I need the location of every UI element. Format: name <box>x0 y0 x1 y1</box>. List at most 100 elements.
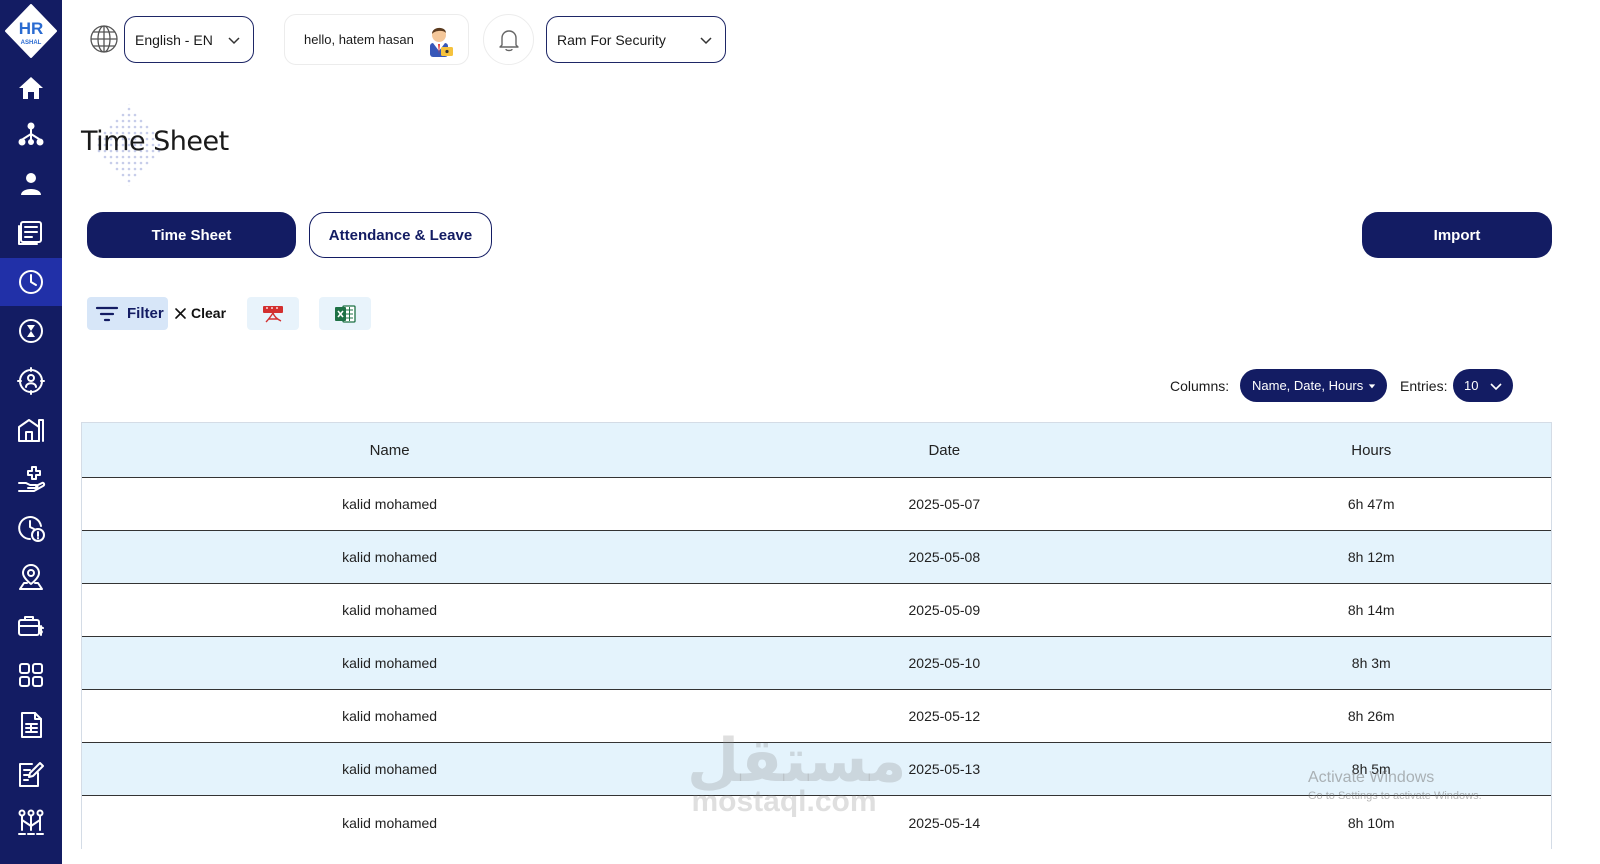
sidebar-item-payroll[interactable] <box>0 602 62 650</box>
grid-icon <box>19 663 43 687</box>
column-header-hours[interactable]: Hours <box>1191 442 1551 459</box>
column-header-name[interactable]: Name <box>82 442 697 459</box>
spreadsheet-icon <box>21 712 42 738</box>
cell-name: kalid mohamed <box>342 549 438 565</box>
decorative-dot <box>121 113 125 117</box>
table-row[interactable]: kalid mohamed 2025-05-08 8h 12m <box>82 531 1551 584</box>
cell-date: 2025-05-08 <box>908 549 981 565</box>
sidebar-item-roles[interactable] <box>0 357 62 405</box>
globe-icon[interactable] <box>89 24 119 54</box>
cell-name: kalid mohamed <box>342 761 438 777</box>
cell-date: 2025-05-10 <box>908 655 981 671</box>
export-excel-button[interactable] <box>319 297 371 330</box>
clear-filter-button[interactable]: Clear <box>174 302 226 324</box>
org-chart-icon <box>18 122 44 146</box>
tab-attendance-leave[interactable]: Attendance & Leave <box>309 212 492 258</box>
sidebar-item-medical[interactable] <box>0 455 62 503</box>
table-row[interactable]: kalid mohamed 2025-05-12 8h 26m <box>82 690 1551 743</box>
cell-date: 2025-05-14 <box>908 814 981 831</box>
columns-label: Columns: <box>1170 378 1230 394</box>
column-header-date[interactable]: Date <box>697 442 1191 459</box>
hourglass-icon <box>19 319 43 343</box>
columns-select[interactable]: Name, Date, Hours <box>1240 369 1387 402</box>
sidebar-item-locations[interactable] <box>0 553 62 601</box>
edit-document-icon <box>19 762 44 787</box>
language-select[interactable]: English - EN <box>124 16 254 63</box>
sidebar-item-forms[interactable] <box>0 701 62 749</box>
company-value: Ram For Security <box>557 31 666 48</box>
table-row[interactable]: kalid mohamed 2025-05-13 8h 5m <box>82 743 1551 796</box>
decorative-dot <box>133 161 137 165</box>
hr-logo[interactable]: HR ASHAL <box>4 4 58 58</box>
decorative-dot <box>133 167 137 171</box>
table-row[interactable]: kalid mohamed 2025-05-10 8h 3m <box>82 637 1551 690</box>
cell-name: kalid mohamed <box>342 602 438 618</box>
cell-hours: 8h 12m <box>1347 549 1395 565</box>
sidebar-item-modules[interactable] <box>0 651 62 699</box>
table-row[interactable]: kalid mohamed 2025-05-09 8h 14m <box>82 584 1551 637</box>
caret-down-icon <box>1368 383 1376 388</box>
tab-timesheet[interactable]: Time Sheet <box>87 212 296 258</box>
entries-select[interactable]: 10 <box>1453 369 1513 402</box>
user-greeting[interactable]: hello, hatem hasan <box>284 14 469 65</box>
close-icon <box>175 307 186 319</box>
cell-hours: 8h 3m <box>1351 655 1391 671</box>
logo-subtext: ASHAL <box>21 40 42 46</box>
home-icon <box>19 77 43 99</box>
decorative-dot <box>115 161 119 165</box>
decorative-dot <box>115 167 119 171</box>
timesheet-table: Name Date Hours kalid mohamed 2025-05-07… <box>81 422 1552 849</box>
sidebar-item-requests[interactable] <box>0 750 62 798</box>
cell-hours: 8h 5m <box>1351 761 1391 777</box>
sidebar-item-home[interactable] <box>0 64 62 112</box>
decorative-dot <box>121 173 125 177</box>
decorative-dot <box>139 167 143 171</box>
decorative-dot <box>127 173 131 177</box>
filter-label: Filter <box>127 305 164 322</box>
table-row[interactable]: kalid mohamed 2025-05-14 8h 10m <box>82 796 1551 849</box>
chevron-down-icon <box>228 37 240 45</box>
excel-icon <box>335 304 356 323</box>
cell-date: 2025-05-13 <box>908 761 981 777</box>
sidebar-item-workflow[interactable] <box>0 799 62 847</box>
decorative-dot <box>109 161 113 165</box>
decorative-dot <box>133 113 137 117</box>
sidebar-item-shifts[interactable] <box>0 307 62 355</box>
decorative-dot <box>145 161 149 165</box>
table-row[interactable]: kalid mohamed 2025-05-07 6h 47m <box>82 478 1551 531</box>
decorative-dot <box>133 173 137 177</box>
sidebar-item-branches[interactable] <box>0 406 62 454</box>
sidebar-item-timesheet[interactable] <box>0 258 62 306</box>
user-settings-icon <box>17 367 45 395</box>
company-select[interactable]: Ram For Security <box>546 16 726 63</box>
pdf-icon <box>263 305 283 322</box>
columns-value: Name, Date, Hours <box>1252 378 1364 393</box>
clock-icon <box>19 270 43 294</box>
bell-icon <box>498 29 519 51</box>
cell-hours: 8h 26m <box>1347 708 1395 724</box>
import-button[interactable]: Import <box>1362 212 1552 258</box>
notifications-button[interactable] <box>483 14 534 65</box>
cell-hours: 6h 47m <box>1347 496 1395 512</box>
page-title: Time Sheet <box>81 126 229 157</box>
sidebar-item-organization[interactable] <box>0 110 62 158</box>
filter-icon <box>95 306 119 321</box>
filter-button[interactable]: Filter <box>87 297 168 330</box>
sidebar-item-employees[interactable] <box>0 160 62 208</box>
decorative-dot <box>133 119 137 123</box>
logo-text: HR <box>19 19 44 38</box>
export-pdf-button[interactable] <box>247 297 299 330</box>
decorative-dot <box>139 161 143 165</box>
decorative-dot <box>127 119 131 123</box>
clear-label: Clear <box>191 305 227 321</box>
decorative-dot <box>127 167 131 171</box>
sidebar-item-overtime[interactable] <box>0 504 62 552</box>
sidebar: HR ASHAL <box>0 0 62 864</box>
sidebar-item-reports[interactable] <box>0 209 62 257</box>
workflow-icon <box>18 809 44 835</box>
decorative-dot <box>121 119 125 123</box>
user-icon <box>21 173 41 195</box>
clock-alert-icon <box>18 516 45 542</box>
cell-name: kalid mohamed <box>342 814 438 831</box>
table-header: Name Date Hours <box>82 423 1551 478</box>
